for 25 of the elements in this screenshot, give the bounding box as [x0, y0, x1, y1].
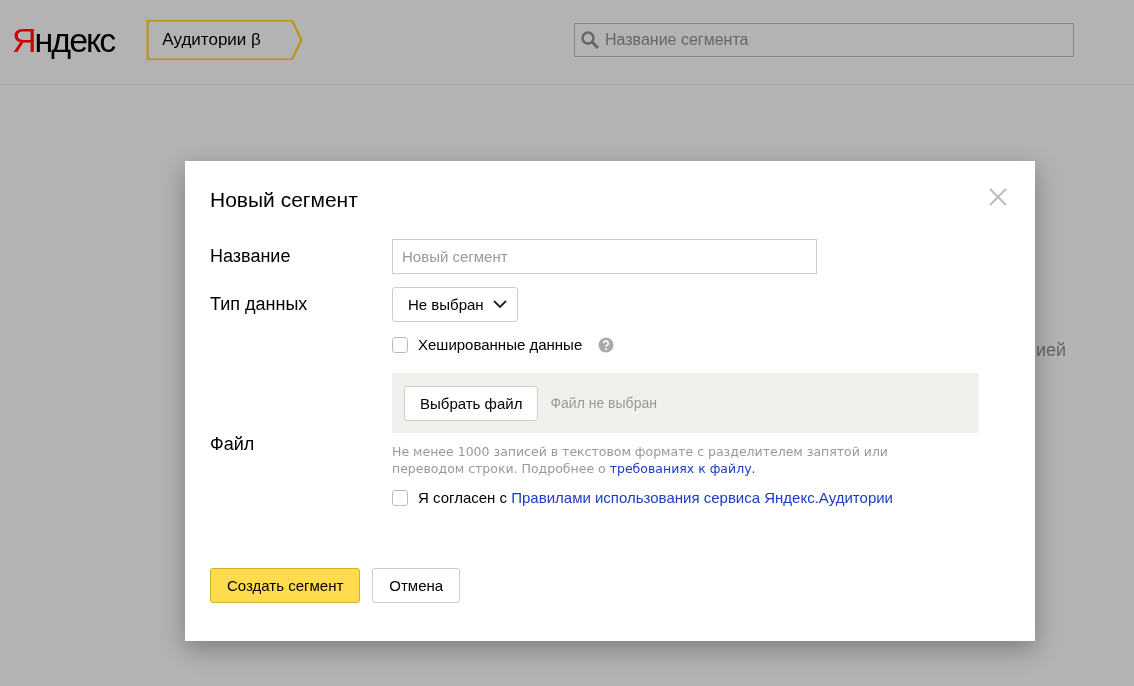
background-text: ией	[1036, 340, 1067, 361]
checkbox-label: Хешированные данные	[418, 336, 583, 353]
dialog-title: Новый сегмент	[210, 188, 358, 212]
terms-link[interactable]: Правилами использования сервиса Яндекс.Аудитории	[511, 489, 893, 506]
help-icon[interactable]	[598, 336, 615, 353]
requirements-link[interactable]: требованиях к файлу.	[609, 461, 756, 476]
cancel-button[interactable]: Отмена	[372, 568, 461, 603]
checkbox[interactable]	[392, 336, 408, 353]
logo[interactable]: Яндекс	[12, 20, 115, 60]
field-label: Тип данных	[210, 294, 309, 315]
hint-text: Не менее 1000 записей в текстовом формате с разделителем запятой или переводом строки. Подробнее о требованиях к файлу.	[392, 443, 889, 477]
chevron-icon	[492, 300, 507, 309]
data-type-dropdown[interactable]: Не выбран	[392, 287, 518, 322]
create-button[interactable]: Создать сегмент	[210, 568, 361, 603]
name-input[interactable]: Новый сегмент	[392, 239, 817, 274]
checkbox[interactable]	[392, 489, 408, 506]
close-icon[interactable]	[989, 188, 1007, 206]
search-field[interactable]: Название сегмента	[574, 23, 1074, 57]
field-label: Файл	[210, 434, 256, 455]
choose-file-button[interactable]: Выбрать файл	[404, 385, 539, 421]
field-label: Название	[210, 246, 292, 267]
search-icon	[580, 30, 600, 50]
service-tab[interactable]: Аудитории β	[146, 20, 304, 60]
agreement-text: Я согласен с Правилами использования сервиса Яндекс.Аудитории	[418, 489, 893, 506]
file-status: Файл не выбран	[550, 395, 657, 411]
